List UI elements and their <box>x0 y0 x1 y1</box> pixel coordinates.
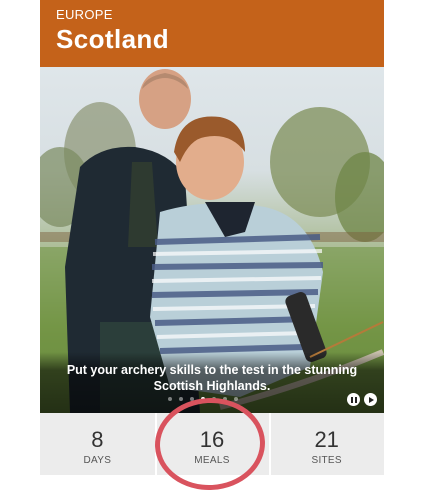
play-button[interactable] <box>364 393 377 406</box>
carousel-dot[interactable] <box>234 397 238 401</box>
stat-days[interactable]: 8 DAYS <box>40 413 155 475</box>
pause-button[interactable] <box>347 393 360 406</box>
carousel-dot[interactable] <box>168 397 172 401</box>
play-icon <box>368 396 374 403</box>
carousel-dot[interactable] <box>179 397 183 401</box>
destination-title: Scotland <box>56 24 169 54</box>
pause-icon <box>350 396 357 403</box>
stat-value: 8 <box>91 427 104 452</box>
stat-sites[interactable]: 21 SITES <box>269 413 384 475</box>
stat-value: 21 <box>314 427 339 452</box>
region-label: EUROPE <box>56 7 113 22</box>
stat-label: DAYS <box>83 455 112 466</box>
hero-image-carousel[interactable]: Put your archery skills to the test in t… <box>40 67 384 413</box>
hero-caption: Put your archery skills to the test in t… <box>66 363 358 393</box>
destination-header: EUROPE Scotland <box>40 0 384 67</box>
stat-label: SITES <box>311 455 342 466</box>
